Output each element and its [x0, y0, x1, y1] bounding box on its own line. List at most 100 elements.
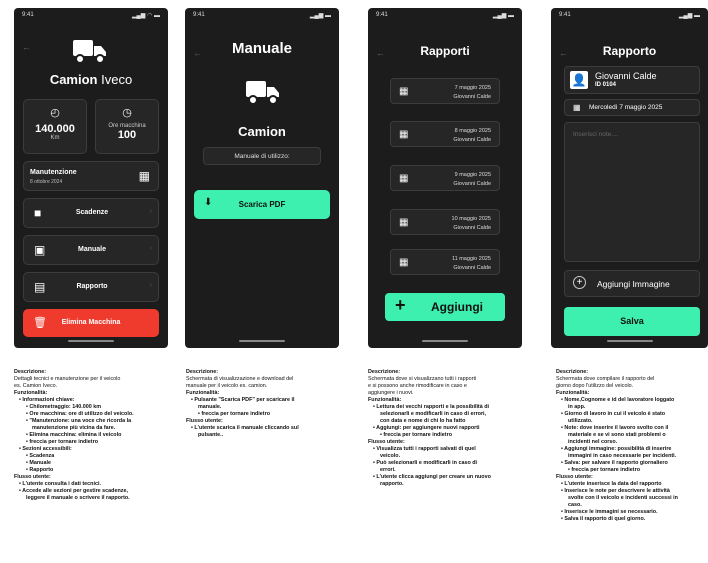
- description-line: giorno dopo l'utilizzo del veicolo.: [556, 383, 634, 389]
- status-time: 9:41: [193, 12, 205, 18]
- menu-item-scadenze[interactable]: ■ Scadenze ›: [23, 198, 159, 228]
- worker-card: 👤 Giovanni Calde ID 0104: [564, 66, 700, 94]
- report-date: 9 maggio 2025: [454, 172, 491, 178]
- add-report-button[interactable]: + Aggiungi: [385, 293, 505, 321]
- report-row[interactable]: ▦ 9 maggio 2025 Giovanni Calde: [390, 165, 500, 191]
- description-line: manutenzione più vicina da fare.: [32, 425, 116, 431]
- truck-icon: [243, 76, 283, 108]
- description-line: • Informazioni chiave:: [19, 397, 75, 403]
- description-line: • Accede alle sezioni per gestire scaden…: [19, 488, 128, 494]
- calendar-clock-icon: ▦: [399, 86, 409, 97]
- report-row[interactable]: ▦ 11 maggio 2025 Giovanni Calde: [390, 249, 500, 275]
- menu-label: Manuale: [77, 246, 106, 253]
- download-pdf-button[interactable]: ⬇ Scarica PDF: [194, 190, 330, 219]
- description-line: rapporto.: [380, 481, 404, 487]
- description-line: • freccia per tornare indietro: [198, 411, 270, 417]
- vehicle-name: Camion: [238, 124, 286, 139]
- delete-vehicle-button[interactable]: 🗑 Elimina Macchina: [23, 309, 159, 337]
- description-line: veicolo.: [380, 453, 401, 459]
- description-line: • Pulsante "Scarica PDF" per scaricare i…: [191, 397, 295, 403]
- description-line: • Salva il rapporto di quel giorno.: [561, 516, 646, 522]
- description-line: leggere il manuale o scrivere il rapport…: [26, 495, 130, 501]
- description-line: • Visualizza tutti i rapporti salvati di…: [373, 446, 476, 452]
- description-line: Descrizione:: [556, 369, 589, 375]
- description-line: materiale e se vi sono stati problemi o: [568, 432, 666, 438]
- description-line: • freccia per tornare indietro: [26, 439, 98, 445]
- maintenance-date: 8 ottobre 2024: [30, 179, 63, 185]
- description-line: • Aggiungi: per aggiungere nuovi rapport…: [373, 425, 480, 431]
- description-line: • Ore macchina: ore di utilizzo del veic…: [26, 411, 134, 417]
- menu-label: Rapporto: [76, 283, 108, 290]
- description-manual: Descrizione: Schermata di visualizzazione…: [186, 369, 356, 439]
- description-line: Descrizione:: [368, 369, 401, 375]
- description-line: • Elimina macchina: elimina il veicolo: [26, 432, 122, 438]
- save-label: Salva: [620, 316, 644, 326]
- km-value: 140.000: [35, 123, 75, 135]
- description-line: • Rapporto: [26, 467, 54, 473]
- report-date: 11 maggio 2025: [451, 256, 491, 262]
- menu-item-rapporto[interactable]: ▤ Rapporto ›: [23, 272, 159, 302]
- notes-textarea[interactable]: Inserisci note....: [564, 122, 700, 262]
- menu-label: Scadenze: [75, 209, 109, 216]
- description-line: Flusso utente:: [368, 439, 405, 445]
- description-line: • Manuale: [26, 460, 51, 466]
- clock-icon: ◷: [122, 107, 132, 119]
- description-line: utilizzato.: [568, 418, 593, 424]
- back-arrow-icon[interactable]: ←: [22, 42, 31, 52]
- description-line: e si possono anche rimodificare in caso …: [368, 383, 467, 389]
- report-row[interactable]: ▦ 8 maggio 2025 Giovanni Calde: [390, 121, 500, 147]
- phone-screen-reports: 9:41 ▂▄▆ ▬ ← Rapporti ▦ 7 maggio 2025 Giova…: [368, 8, 522, 348]
- description-line: • Salva: per salvare il rapporto giornal…: [561, 460, 668, 466]
- report-author: Giovanni Calde: [453, 181, 491, 187]
- description-line: Descrizione:: [14, 369, 47, 375]
- chevron-right-icon: ›: [149, 208, 152, 215]
- status-time: 9:41: [559, 12, 571, 18]
- add-image-button[interactable]: + Aggiungi Immagine: [564, 270, 700, 297]
- home-indicator: [68, 340, 114, 342]
- phone-screen-vehicle: 9:41 ▂▄▆ ◠ ▬ ← Camion Iveco ◴ 140.000 Km …: [14, 8, 168, 348]
- maintenance-card[interactable]: Manutenzione 8 ottobre 2024 ▦: [23, 161, 159, 191]
- description-line: • Inserisce le note per descrivere le at…: [561, 488, 670, 494]
- description-line: incidenti nel corso.: [568, 439, 618, 445]
- truck-icon: [70, 36, 110, 66]
- description-line: Flusso utente:: [14, 474, 51, 480]
- description-line: • Aggiungi immagine: possibilità di inse…: [561, 446, 672, 452]
- description-line: con data e nome di chi lo ha fatto: [380, 418, 466, 424]
- speedometer-icon: ◴: [50, 107, 60, 119]
- km-card: ◴ 140.000 Km: [23, 99, 87, 154]
- status-bar: 9:41 ▂▄▆ ▬: [193, 12, 331, 22]
- user-icon: 👤: [570, 71, 588, 89]
- description-line: manuale per il veicolo es. camion.: [186, 383, 268, 389]
- description-line: • Nome,Cognome e id del lavoratore logga…: [561, 397, 675, 403]
- phone-screen-report-form: 9:41 ▂▄▆ ▬ ← Rapporto 👤 Giovanni Calde ID…: [551, 8, 708, 348]
- description-line: Schermata dove si visualizzano tutti i r…: [368, 376, 477, 382]
- chevron-right-icon: ›: [149, 282, 152, 289]
- report-row[interactable]: ▦ 10 maggio 2025 Giovanni Calde: [390, 209, 500, 235]
- description-line: pulsante..: [198, 432, 224, 438]
- description-line: es. Camion Iveco.: [14, 383, 58, 389]
- description-line: svolte con il veicolo e incidenti succes…: [568, 495, 678, 501]
- status-icons: ▂▄▆ ▬: [492, 13, 514, 19]
- description-line: • Note: dove inserire il lavoro svolto c…: [561, 425, 669, 431]
- status-time: 9:41: [22, 12, 34, 18]
- home-indicator: [606, 340, 653, 342]
- description-line: • Può selezionarli e modificarli in caso…: [373, 460, 478, 466]
- report-author: Giovanni Calde: [453, 265, 491, 271]
- hours-value: 100: [117, 129, 137, 141]
- phone-screen-manual: 9:41 ▂▄▆ ▬ ← Manuale Camion Manuale di ut…: [185, 8, 339, 348]
- report-row[interactable]: ▦ 7 maggio 2025 Giovanni Calde: [390, 78, 500, 104]
- save-button[interactable]: Salva: [564, 307, 700, 336]
- download-label: Scarica PDF: [238, 200, 286, 209]
- description-line: caso.: [568, 502, 582, 508]
- description-line: Flusso utente:: [556, 474, 593, 480]
- menu-item-manuale[interactable]: ▣ Manuale ›: [23, 235, 159, 265]
- page-title: Rapporti: [420, 44, 470, 58]
- description-line: Funzionalità:: [14, 390, 48, 396]
- description-line: Funzionalità:: [186, 390, 220, 396]
- status-bar: 9:41 ▂▄▆ ◠ ▬: [22, 12, 160, 22]
- description-line: • L'utente inserisce la data del rapport…: [561, 481, 662, 487]
- date-field[interactable]: ▦ Mercoledì 7 maggio 2025: [564, 99, 700, 116]
- page-title: Manuale: [231, 40, 292, 57]
- hours-card: ◷ Ore macchina 100: [95, 99, 159, 154]
- status-icons: ▂▄▆ ▬: [678, 13, 700, 19]
